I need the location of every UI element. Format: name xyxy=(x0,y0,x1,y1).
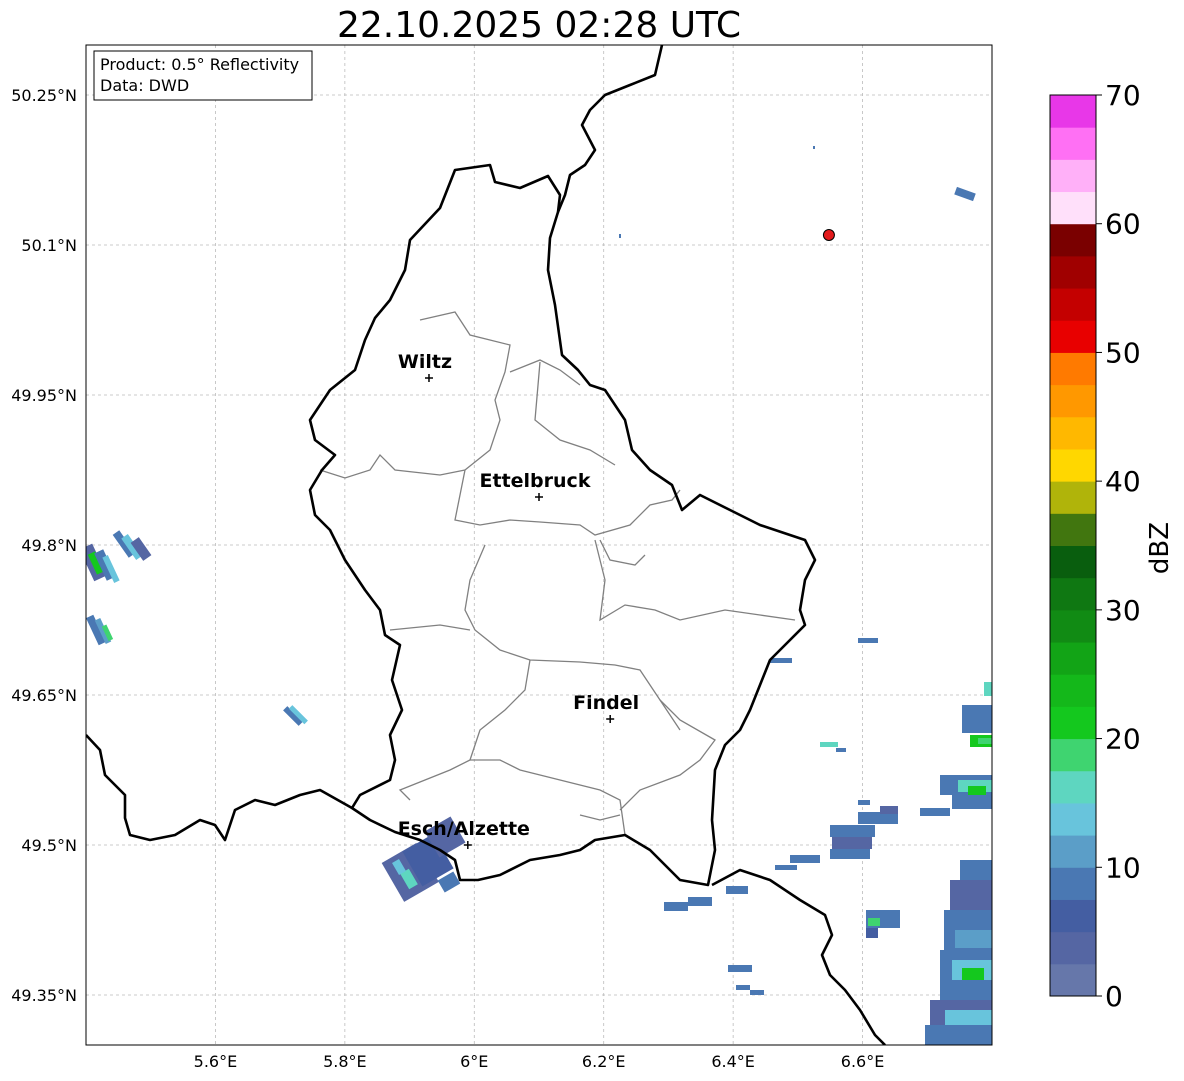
colorbar-segment xyxy=(1050,481,1096,514)
colorbar-segment xyxy=(1050,95,1096,128)
colorbar-segment xyxy=(1050,384,1096,418)
colorbar-segment xyxy=(1050,191,1096,225)
colorbar-segment xyxy=(1050,448,1096,482)
info-box: Product: 0.5° Reflectivity Data: DWD xyxy=(93,50,313,101)
colorbar-segment xyxy=(1050,288,1096,321)
lat-tick-label: 49.95°N xyxy=(11,386,77,405)
lon-tick-label: 6°E xyxy=(460,1052,488,1071)
colorbar-tick-label: 40 xyxy=(1105,465,1141,498)
city-label: Esch/Alzette xyxy=(398,818,530,840)
echo-small xyxy=(858,638,878,643)
district-boundaries xyxy=(319,311,796,836)
echo-west-1 xyxy=(86,543,120,583)
graticule xyxy=(86,45,992,1045)
colorbar-segment xyxy=(1050,770,1096,804)
echo-small xyxy=(813,146,815,149)
echo-small xyxy=(770,658,792,663)
colorbar-segment xyxy=(1050,963,1096,997)
colorbar-tick-label: 20 xyxy=(1105,723,1141,756)
lon-tick-label: 6.6°E xyxy=(841,1052,885,1071)
lat-tick-label: 49.35°N xyxy=(11,986,77,1005)
radar-echoes xyxy=(86,146,992,1045)
colorbar-segment xyxy=(1050,867,1096,900)
colorbar-tick-label: 50 xyxy=(1105,336,1141,369)
info-data-source: Data: DWD xyxy=(100,76,189,95)
colorbar-segment xyxy=(1050,609,1096,643)
info-product: Product: 0.5° Reflectivity xyxy=(100,55,299,74)
lon-tick-label: 6.4°E xyxy=(711,1052,755,1071)
colorbar-segment xyxy=(1050,320,1096,353)
colorbar-segment xyxy=(1050,159,1096,193)
echo-small xyxy=(954,186,976,202)
colorbar-segment xyxy=(1050,899,1096,933)
echo-small xyxy=(619,234,621,238)
city-label: Findel xyxy=(573,692,639,714)
lon-tick-label: 6.2°E xyxy=(582,1052,626,1071)
colorbar-tick-label: 30 xyxy=(1105,594,1141,627)
colorbar-tick-label: 0 xyxy=(1105,980,1123,1013)
colorbar-ticks: 0 10 20 30 40 50 60 70 xyxy=(1096,79,1141,1013)
colorbar-segment xyxy=(1050,255,1096,289)
colorbar-segment xyxy=(1050,352,1096,386)
colorbar-segment xyxy=(1050,545,1096,579)
colorbar-tick-label: 70 xyxy=(1105,79,1141,112)
colorbar-segment xyxy=(1050,223,1096,257)
colorbar xyxy=(1050,95,1096,997)
colorbar-segment xyxy=(1050,577,1096,611)
city-label: Wiltz xyxy=(398,351,452,373)
latitude-labels: 50.25°N 50.1°N 49.95°N 49.8°N 49.65°N 49.5°N 4… xyxy=(11,86,77,1005)
lat-tick-label: 49.8°N xyxy=(21,536,77,555)
echo-small xyxy=(820,742,838,747)
lon-tick-label: 5.6°E xyxy=(194,1052,238,1071)
colorbar-segment xyxy=(1050,706,1096,740)
colorbar-segment xyxy=(1050,835,1096,868)
echo-west-4 xyxy=(283,705,308,726)
colorbar-tick-label: 10 xyxy=(1105,851,1141,884)
colorbar-segment xyxy=(1050,674,1096,707)
echo-small xyxy=(836,748,846,752)
lon-tick-label: 5.8°E xyxy=(323,1052,367,1071)
echo-east-edge xyxy=(920,682,992,1045)
colorbar-segment xyxy=(1050,513,1096,546)
colorbar-segment xyxy=(1050,802,1096,836)
longitude-labels: 5.6°E 5.8°E 6°E 6.2°E 6.4°E 6.6°E xyxy=(194,1052,885,1071)
lat-tick-label: 50.1°N xyxy=(21,236,77,255)
echo-southeast-mid xyxy=(664,800,900,995)
colorbar-segment xyxy=(1050,642,1096,675)
colorbar-tick-label: 60 xyxy=(1105,208,1141,241)
echo-west-2 xyxy=(112,530,152,561)
colorbar-segment xyxy=(1050,416,1096,450)
city-label: Ettelbruck xyxy=(480,470,591,492)
colorbar-segment xyxy=(1050,931,1096,965)
lat-tick-label: 49.65°N xyxy=(11,686,77,705)
colorbar-segment xyxy=(1050,127,1096,160)
lat-tick-label: 49.5°N xyxy=(21,836,77,855)
lat-tick-label: 50.25°N xyxy=(11,86,77,105)
colorbar-segment xyxy=(1050,738,1096,772)
radar-map: Wiltz Ettelbruck Findel Esch/Alzette 50.25°… xyxy=(11,44,1175,1071)
radar-site-marker xyxy=(822,229,835,241)
echo-west-3 xyxy=(86,614,114,646)
colorbar-label: dBZ xyxy=(1145,522,1175,574)
